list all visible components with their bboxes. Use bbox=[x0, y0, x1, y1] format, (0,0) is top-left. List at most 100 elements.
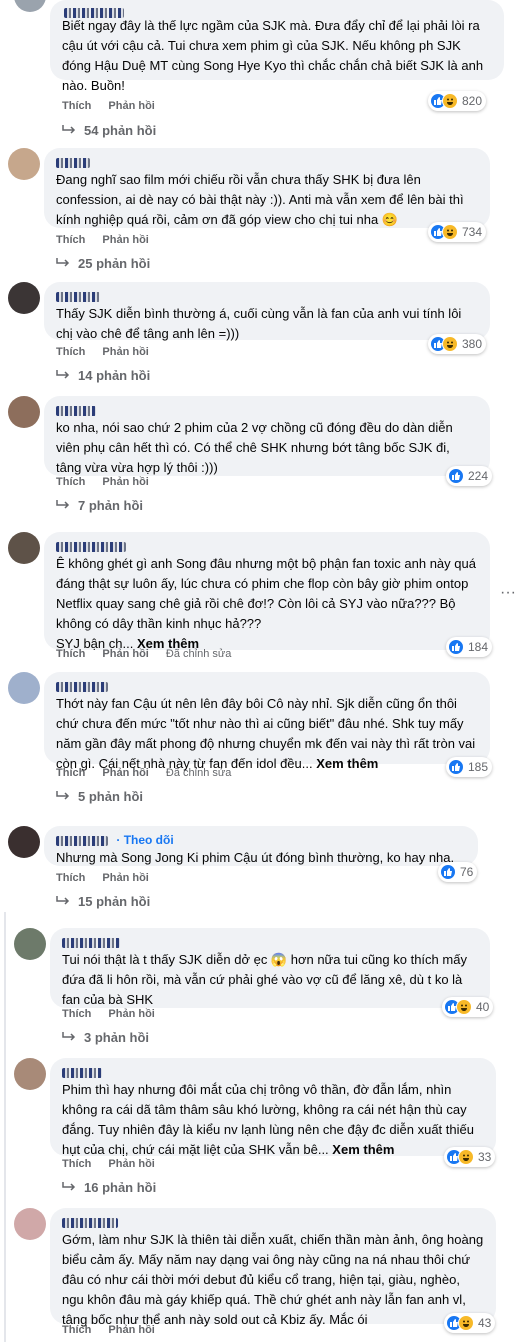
reply-arrow-icon bbox=[62, 1180, 76, 1195]
haha-reaction-icon bbox=[442, 224, 458, 240]
like-button[interactable]: Thích bbox=[62, 1008, 91, 1020]
reaction-summary[interactable]: 43 bbox=[444, 1313, 496, 1333]
like-button[interactable]: Thích bbox=[56, 476, 85, 488]
reaction-count: 820 bbox=[462, 94, 483, 108]
reply-count: 25 phản hồi bbox=[78, 256, 151, 271]
comment-3: Thấy SJK diễn bình thường á, cuối cùng v… bbox=[0, 280, 528, 386]
comment-author[interactable] bbox=[56, 538, 478, 554]
reaction-count: 76 bbox=[460, 865, 474, 879]
comment-bubble: Thấy SJK diễn bình thường á, cuối cùng v… bbox=[44, 282, 490, 341]
reaction-summary[interactable]: 380 bbox=[428, 334, 487, 354]
comment-5: Ê không ghét gì anh Song đâu nhưng một b… bbox=[0, 530, 528, 660]
comment-text: ko nha, nói sao chứ 2 phim của 2 vợ chồn… bbox=[56, 420, 453, 475]
reaction-summary[interactable]: 76 bbox=[438, 862, 478, 882]
see-more-link[interactable]: Xem thêm bbox=[332, 1142, 394, 1157]
comment-actions-above: Thích Phản hồi Đã chỉnh sửa bbox=[56, 648, 245, 660]
like-reaction-icon bbox=[448, 759, 464, 775]
haha-reaction-icon bbox=[458, 1149, 474, 1165]
avatar[interactable] bbox=[14, 928, 46, 960]
comment-8: Tui nói thật là t thấy SJK diễn dở ẹc 😱 … bbox=[0, 926, 528, 1050]
view-replies[interactable]: 5 phản hồi bbox=[56, 789, 143, 804]
avatar[interactable] bbox=[8, 672, 40, 704]
like-button[interactable]: Thích bbox=[62, 100, 91, 112]
reply-button[interactable]: Phản hồi bbox=[108, 1324, 154, 1336]
reply-button[interactable]: Phản hồi bbox=[102, 346, 148, 358]
comment-author[interactable] bbox=[56, 678, 478, 694]
comment-text: Phim thì hay nhưng đôi mắt của chị trông… bbox=[62, 1082, 474, 1157]
view-replies[interactable]: 7 phản hồi bbox=[56, 498, 143, 513]
avatar[interactable] bbox=[8, 396, 40, 428]
avatar[interactable] bbox=[14, 0, 46, 12]
view-replies[interactable]: 16 phản hồi bbox=[62, 1180, 156, 1195]
like-button[interactable]: Thích bbox=[62, 1158, 91, 1170]
comment-bubble: Tui nói thật là t thấy SJK diễn dở ẹc 😱 … bbox=[50, 928, 490, 1008]
avatar[interactable] bbox=[14, 1058, 46, 1090]
comment-actions: Thích Phản hồi bbox=[62, 1158, 169, 1170]
reply-arrow-icon bbox=[56, 789, 70, 804]
comment-author[interactable] bbox=[62, 934, 478, 950]
avatar[interactable] bbox=[8, 282, 40, 314]
avatar[interactable] bbox=[8, 148, 40, 180]
comment-author[interactable] bbox=[56, 154, 478, 170]
comment-text: Ê không ghét gì anh Song đâu nhưng một b… bbox=[56, 556, 476, 631]
avatar[interactable] bbox=[14, 1208, 46, 1240]
reply-count: 54 phản hồi bbox=[84, 123, 157, 138]
comment-4: ko nha, nói sao chứ 2 phim của 2 vợ chồn… bbox=[0, 394, 528, 516]
view-replies[interactable]: 3 phản hồi bbox=[62, 1030, 149, 1045]
comment-author[interactable] bbox=[64, 4, 124, 20]
avatar[interactable] bbox=[8, 532, 40, 564]
reply-button[interactable]: Phản hồi bbox=[102, 872, 148, 884]
reply-count: 3 phản hồi bbox=[84, 1030, 149, 1045]
edited-label: Đã chỉnh sửa bbox=[165, 648, 232, 660]
see-more-link[interactable]: Xem thêm bbox=[316, 756, 378, 771]
reaction-summary[interactable]: 33 bbox=[444, 1147, 496, 1167]
like-button[interactable]: Thích bbox=[62, 1324, 91, 1336]
like-button[interactable]: Thích bbox=[56, 872, 85, 884]
comment-bubble: Phim thì hay nhưng đôi mắt của chị trông… bbox=[50, 1058, 496, 1157]
reply-button[interactable]: Phản hồi bbox=[102, 234, 148, 246]
reaction-summary[interactable]: 734 bbox=[428, 222, 487, 242]
haha-reaction-icon bbox=[456, 999, 472, 1015]
haha-reaction-icon bbox=[442, 336, 458, 352]
reaction-summary[interactable]: 40 bbox=[442, 997, 494, 1017]
reply-button[interactable]: Phản hồi bbox=[102, 476, 148, 488]
edited-label: Đã chỉnh sửa bbox=[165, 767, 232, 779]
follow-button[interactable]: · Theo dõi bbox=[116, 833, 173, 847]
like-button[interactable]: Thích bbox=[56, 346, 85, 358]
comment-author[interactable] bbox=[56, 288, 478, 304]
reaction-summary[interactable]: 224 bbox=[446, 466, 493, 486]
view-replies[interactable]: 25 phản hồi bbox=[56, 256, 150, 271]
view-replies[interactable]: 54 phản hồi bbox=[62, 123, 156, 138]
view-replies[interactable]: 14 phản hồi bbox=[56, 368, 150, 383]
more-options-icon[interactable]: ··· bbox=[500, 584, 516, 602]
comment-actions: Thích Phản hồi bbox=[56, 346, 163, 358]
reply-button[interactable]: Phản hồi bbox=[102, 767, 148, 779]
reply-button[interactable]: Phản hồi bbox=[108, 100, 154, 112]
reply-button[interactable]: Phản hồi bbox=[108, 1158, 154, 1170]
comment-actions: Thích Phản hồi bbox=[56, 872, 163, 884]
reply-button[interactable]: Phản hồi bbox=[108, 1008, 154, 1020]
avatar[interactable] bbox=[8, 826, 40, 858]
like-button[interactable]: Thích bbox=[56, 234, 85, 246]
comment-author[interactable] bbox=[62, 1064, 484, 1080]
comment-bubble: Thớt này fan Cậu út nên lên đây bôi Cô n… bbox=[44, 672, 490, 771]
reaction-count: 184 bbox=[468, 640, 489, 654]
reply-arrow-icon bbox=[62, 123, 76, 138]
like-button[interactable]: Thích bbox=[56, 648, 85, 660]
like-reaction-icon bbox=[440, 864, 456, 880]
reply-arrow-icon bbox=[56, 498, 70, 513]
reaction-summary[interactable]: 185 bbox=[446, 757, 493, 777]
haha-reaction-icon bbox=[442, 93, 458, 109]
comment-author[interactable] bbox=[56, 402, 478, 418]
reaction-count: 40 bbox=[476, 1000, 490, 1014]
comment-actions: Thích Phản hồi bbox=[56, 476, 163, 488]
reaction-summary[interactable]: 184 bbox=[446, 637, 493, 657]
comment-author[interactable] bbox=[62, 1214, 484, 1230]
comment-2: Đang nghĩ sao film mới chiếu rồi vẫn chư… bbox=[0, 146, 528, 272]
like-button[interactable]: Thích bbox=[56, 767, 85, 779]
reaction-count: 43 bbox=[478, 1316, 492, 1330]
reaction-summary[interactable]: 820 bbox=[428, 91, 487, 111]
view-replies[interactable]: 15 phản hồi bbox=[56, 894, 150, 909]
reply-button[interactable]: Phản hồi bbox=[102, 648, 148, 660]
comment-bubble: · Theo dõi Nhưng mà Song Jong Ki phim Cậ… bbox=[44, 826, 478, 866]
